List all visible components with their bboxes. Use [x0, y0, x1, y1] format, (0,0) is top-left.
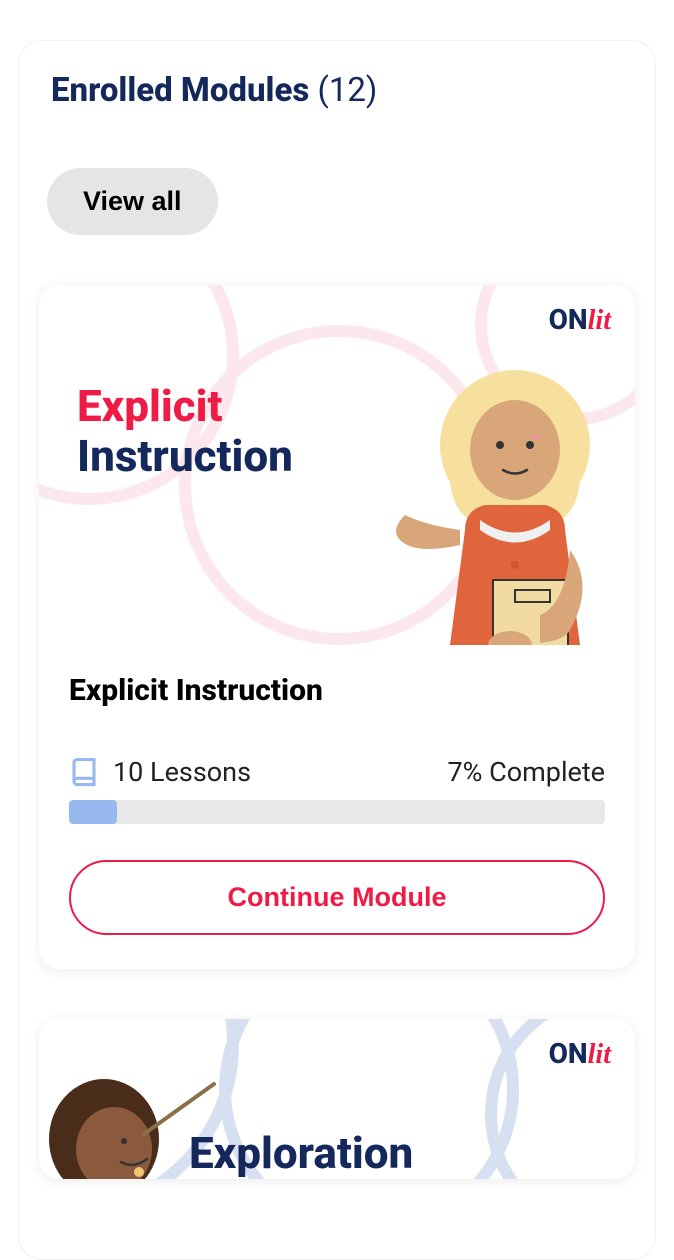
- module-image-title-1: Explicit: [77, 380, 223, 432]
- lessons-count: 10 Lessons: [113, 756, 251, 788]
- module-card[interactable]: ONlit Explicit Instruction: [39, 285, 635, 969]
- continue-module-button[interactable]: Continue Module: [69, 860, 605, 935]
- enrolled-modules-section: Enrolled Modules (12) View all ONlit Exp…: [18, 40, 656, 1260]
- brand-logo: ONlit: [549, 303, 611, 337]
- brand-lit: lit: [588, 1039, 611, 1070]
- module-image-title-2: Instruction: [77, 430, 293, 482]
- section-count: (12): [318, 71, 378, 110]
- brand-on: ON: [549, 1037, 588, 1070]
- lessons-group: 10 Lessons: [69, 756, 251, 788]
- module-content: Explicit Instruction 10 Lessons 7% Compl…: [39, 645, 635, 969]
- module-stats: 10 Lessons 7% Complete: [69, 756, 605, 788]
- person-illustration: [385, 365, 625, 645]
- brand-on: ON: [549, 303, 588, 336]
- continue-label: Continue Module: [228, 882, 447, 912]
- section-title-text: Enrolled Modules: [51, 71, 309, 110]
- progress-bar: [69, 800, 605, 824]
- progress-fill: [69, 800, 117, 824]
- section-title: Enrolled Modules (12): [51, 71, 635, 110]
- view-all-button[interactable]: View all: [47, 168, 218, 235]
- module-image: ONlit Exploration: [39, 1019, 635, 1179]
- book-icon: [69, 757, 99, 787]
- module-image-title: Exploration: [189, 1127, 413, 1179]
- module-title: Explicit Instruction: [69, 673, 605, 708]
- module-image: ONlit Explicit Instruction: [39, 285, 635, 645]
- complete-text: 7% Complete: [448, 756, 606, 788]
- brand-logo: ONlit: [549, 1037, 611, 1071]
- view-all-label: View all: [83, 186, 182, 216]
- brand-lit: lit: [588, 305, 611, 336]
- module-card[interactable]: ONlit Exploration: [39, 1019, 635, 1179]
